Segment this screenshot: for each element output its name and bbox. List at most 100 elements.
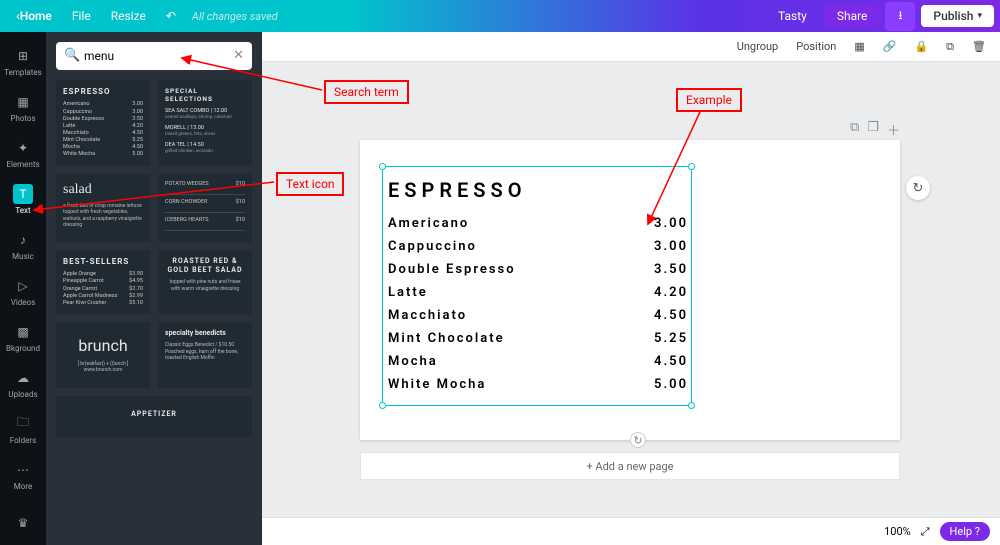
resize-handle-ne[interactable]: [688, 163, 695, 170]
rail-label: Photos: [10, 114, 35, 123]
menu-item[interactable]: Latte4.20: [388, 285, 688, 300]
add-new-page-button[interactable]: + Add a new page: [360, 452, 900, 480]
rail-label: Folders: [10, 436, 36, 445]
canvas-area: ⧉ ❐ ＋ ESPRESSO Americano 3.00 Cappuccino 3.…: [262, 62, 1000, 517]
rail-music[interactable]: ♪ Music: [0, 224, 46, 268]
save-status: All changes saved: [192, 10, 278, 23]
menu-rows: Americano 3.00 Cappuccino 3.00 Double Espres…: [388, 216, 688, 400]
template-potato[interactable]: POTATO WEDGES$10CORN CHOWDER$10ICEBERG H…: [158, 174, 252, 242]
menu-item-name: Mint Chocolate: [388, 331, 505, 346]
menu-item-price: 4.50: [654, 354, 688, 369]
rail-photos[interactable]: ▦ Photos: [0, 86, 46, 130]
ungroup-button[interactable]: Ungroup: [733, 38, 783, 55]
annotation-search-term: Search term: [324, 80, 409, 104]
rail-elements[interactable]: ✦ Elements: [0, 132, 46, 176]
menu-item-price: 3.00: [654, 239, 688, 254]
file-button[interactable]: File: [62, 0, 101, 32]
template-roasted-beet[interactable]: ROASTED RED & GOLD BEET SALAD topped wit…: [158, 250, 252, 314]
regenerate-icon[interactable]: ↻: [906, 176, 930, 200]
resize-handle-se[interactable]: [688, 402, 695, 409]
rail-label: Elements: [6, 160, 39, 169]
photos-icon: ▦: [13, 92, 33, 112]
menu-item[interactable]: Mocha4.50: [388, 354, 688, 369]
template-brunch[interactable]: brunch [ br(eakfast) + (l)unch ] www.bru…: [56, 322, 150, 388]
annotation-text-icon: Text icon: [276, 172, 344, 196]
share-button[interactable]: Share: [825, 5, 880, 27]
rail-label: Text: [15, 206, 30, 215]
rail-label: Uploads: [8, 390, 37, 399]
rail-label: Music: [12, 252, 34, 261]
position-button[interactable]: Position: [792, 38, 840, 55]
music-icon: ♪: [13, 230, 33, 250]
rotate-handle[interactable]: ↻: [630, 432, 646, 448]
help-button[interactable]: Help ?: [940, 522, 990, 541]
top-bar: ‹ Home File Resize ↶ All changes saved T…: [0, 0, 1000, 32]
menu-item-name: Cappuccino: [388, 239, 477, 254]
resize-button[interactable]: Resize: [101, 0, 156, 32]
zoom-level[interactable]: 100%: [884, 525, 911, 538]
rail-label: Bkground: [6, 344, 40, 353]
menu-item[interactable]: Double Espresso 3.50: [388, 262, 688, 277]
menu-item[interactable]: Cappuccino 3.00: [388, 239, 688, 254]
undo-button[interactable]: ↶: [156, 0, 186, 32]
add-page-icon[interactable]: ＋: [887, 120, 900, 139]
delete-icon[interactable]: 🗑: [968, 38, 990, 55]
crown-icon[interactable]: ♛: [0, 501, 46, 545]
menu-item-price: 5.00: [654, 377, 688, 392]
rail-background[interactable]: ▩ Bkground: [0, 315, 46, 359]
rail-text[interactable]: T Text: [0, 178, 46, 222]
template-salad[interactable]: salad a fresh bed of crisp romaine lettu…: [56, 174, 150, 242]
rail-label: Videos: [11, 298, 35, 307]
publish-button[interactable]: Publish▾: [921, 5, 994, 27]
clear-search-icon[interactable]: ✕: [233, 48, 244, 63]
menu-item-price: 3.00: [654, 216, 688, 231]
template-special-selections[interactable]: SPECIAL SELECTIONSSEA SALT COMBO | 12.00…: [158, 80, 252, 166]
text-icon: T: [13, 184, 33, 204]
menu-item-price: 3.50: [654, 262, 688, 277]
elements-icon: ✦: [13, 138, 33, 158]
search-input[interactable]: [56, 42, 252, 70]
rail-label: Templates: [4, 68, 41, 77]
template-bestsellers[interactable]: BEST-SELLERSApple Orange$3.90Pineapple C…: [56, 250, 150, 314]
menu-item-name: Americano: [388, 216, 469, 231]
templates-icon: ⊞: [13, 46, 33, 66]
chevron-down-icon: ▾: [977, 11, 982, 21]
menu-item-name: White Mocha: [388, 377, 486, 392]
duplicate-icon[interactable]: ⧉: [942, 38, 958, 56]
menu-item[interactable]: Macchiato4.50: [388, 308, 688, 323]
tool-rail: ⊞ Templates ▦ Photos ✦ Elements T Text ♪ Music ▷Vi…: [0, 32, 46, 545]
rail-folders[interactable]: 🗀Folders: [0, 407, 46, 451]
template-appetizer[interactable]: APPETIZER: [56, 396, 252, 437]
menu-item-name: Macchiato: [388, 308, 467, 323]
template-espresso[interactable]: ESPRESSOAmericano3.00Cappuccino3.00Doubl…: [56, 80, 150, 166]
menu-title[interactable]: ESPRESSO: [388, 178, 527, 202]
resize-handle-sw[interactable]: [379, 402, 386, 409]
menu-item[interactable]: Mint Chocolate 5.25: [388, 331, 688, 346]
background-icon: ▩: [13, 322, 33, 342]
transparency-icon[interactable]: ▦: [850, 38, 868, 55]
menu-item-name: Double Espresso: [388, 262, 516, 277]
download-button[interactable]: ⭳: [885, 2, 915, 31]
home-button[interactable]: ‹ Home: [6, 0, 62, 32]
rail-templates[interactable]: ⊞ Templates: [0, 40, 46, 84]
link-icon[interactable]: 🔗: [879, 38, 901, 55]
bottom-bar: 100% ⤢ Help ?: [262, 517, 1000, 545]
copy-page-icon[interactable]: ⧉: [850, 120, 859, 139]
rail-more[interactable]: ⋯More: [0, 453, 46, 497]
lock-icon[interactable]: 🔒: [910, 38, 932, 55]
annotation-example: Example: [676, 88, 742, 112]
templates-grid: ESPRESSOAmericano3.00Cappuccino3.00Doubl…: [56, 80, 252, 437]
resize-handle-nw[interactable]: [379, 163, 386, 170]
menu-item[interactable]: Americano 3.00: [388, 216, 688, 231]
menu-item[interactable]: White Mocha 5.00: [388, 377, 688, 392]
doc-name[interactable]: Tasty: [766, 5, 819, 27]
rail-videos[interactable]: ▷Videos: [0, 270, 46, 314]
menu-item-price: 5.25: [654, 331, 688, 346]
context-toolbar: Ungroup Position ▦ 🔗 🔒 ⧉ 🗑: [262, 32, 1000, 62]
duplicate-page-icon[interactable]: ❐: [867, 120, 879, 139]
fullscreen-icon[interactable]: ⤢: [921, 525, 930, 539]
uploads-icon: ☁: [13, 368, 33, 388]
rail-uploads[interactable]: ☁ Uploads: [0, 361, 46, 405]
menu-item-name: Latte: [388, 285, 428, 300]
template-benedicts[interactable]: specialty benedicts Classic Eggs Benedic…: [158, 322, 252, 388]
